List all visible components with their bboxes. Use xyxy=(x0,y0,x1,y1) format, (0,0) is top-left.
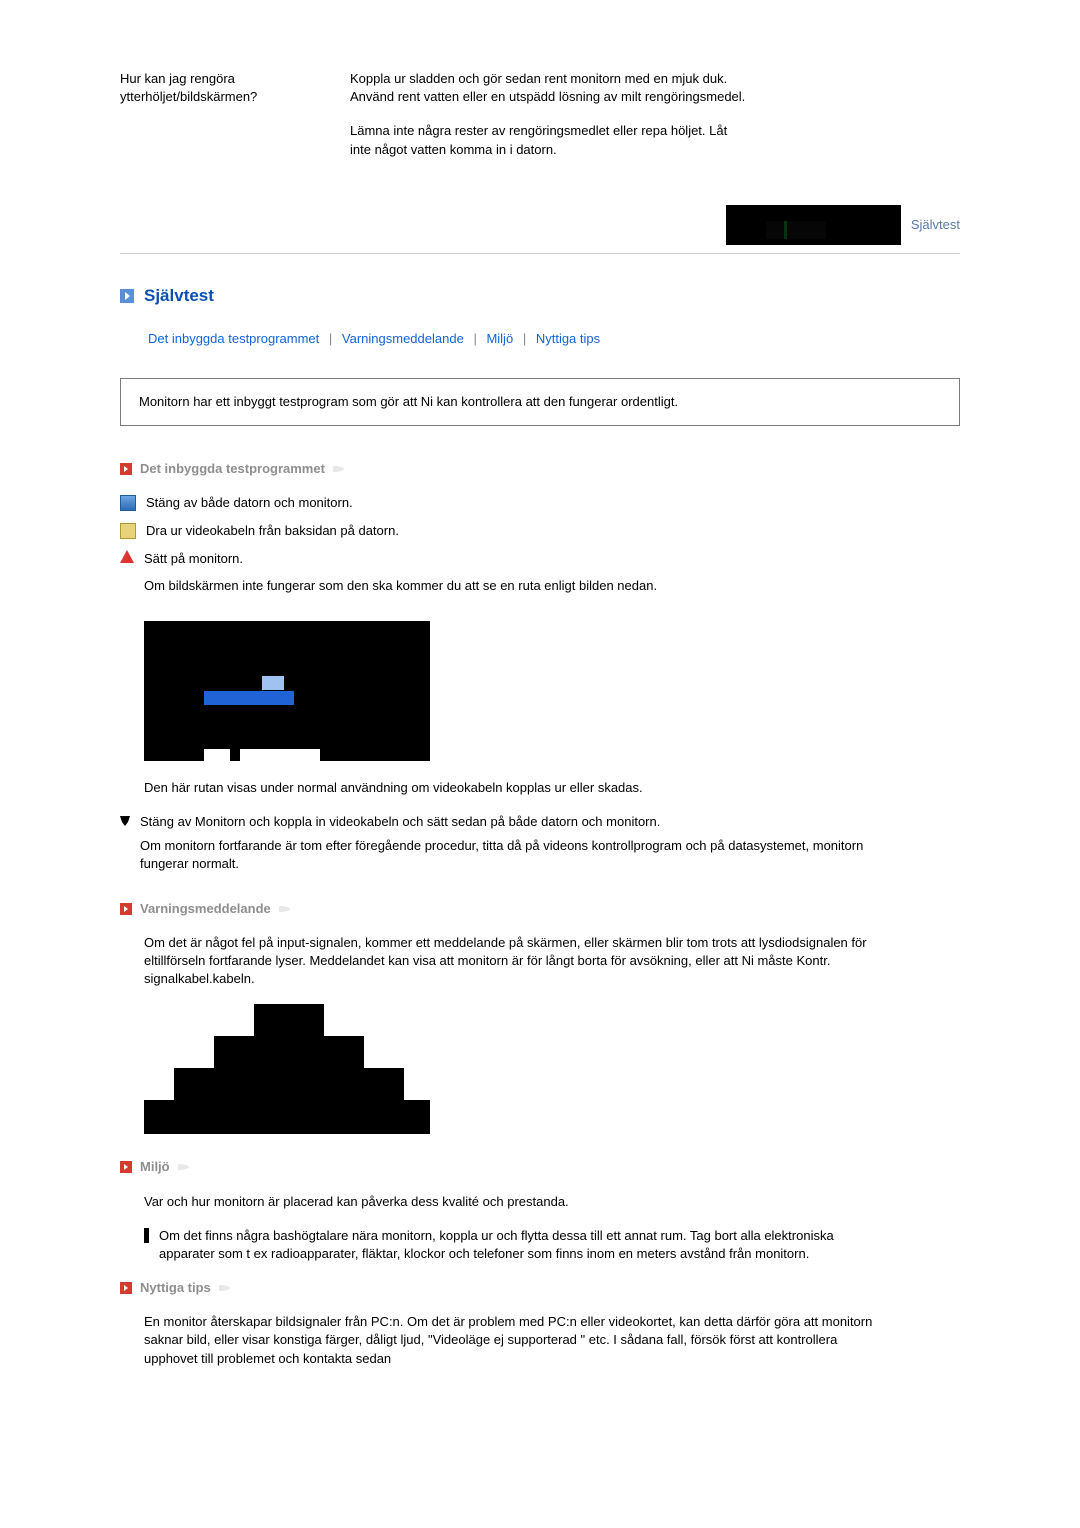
arrow-right-icon xyxy=(120,903,132,915)
section-nav: Det inbyggda testprogrammet | Varningsme… xyxy=(148,330,960,348)
steps-list-2: Stäng av Monitorn och koppla in videokab… xyxy=(120,813,960,890)
decorative-swoosh-icon xyxy=(333,464,351,474)
list-item: Stäng av både datorn och monitorn. xyxy=(120,494,960,512)
subsection-title: Nyttiga tips xyxy=(140,1279,211,1297)
nav-link-testprogram[interactable]: Det inbyggda testprogrammet xyxy=(148,331,319,346)
sub4-body: En monitor återskapar bildsignaler från … xyxy=(144,1313,874,1368)
pin-icon xyxy=(120,816,130,826)
qa-answer-p1: Koppla ur sladden och gör sedan rent mon… xyxy=(350,70,750,106)
nav-separator: | xyxy=(473,331,476,346)
section-title-row: Självtest xyxy=(120,284,960,308)
decorative-swoosh-icon xyxy=(178,1162,196,1172)
step-detail: Om bildskärmen inte fungerar som den ska… xyxy=(144,577,657,595)
subsection-header-testprogram: Det inbyggda testprogrammet xyxy=(120,460,960,478)
section-title: Självtest xyxy=(144,284,214,308)
step-body: Sätt på monitorn. Om bildskärmen inte fu… xyxy=(144,550,657,610)
heading-bar-label: Självtest xyxy=(911,216,960,234)
heading-divider xyxy=(120,253,960,254)
arrow-right-icon xyxy=(120,463,132,475)
page: Hur kan jag rengöra ytterhöljet/bildskär… xyxy=(120,0,960,1424)
warning-icon xyxy=(120,550,134,563)
cable-icon xyxy=(120,523,136,539)
subsection-title: Miljö xyxy=(140,1158,170,1176)
nav-separator: | xyxy=(329,331,332,346)
after-image-text: Den här rutan visas under normal användn… xyxy=(144,779,874,797)
nav-separator: | xyxy=(523,331,526,346)
qa-row: Hur kan jag rengöra ytterhöljet/bildskär… xyxy=(120,70,960,175)
subsection-header-varningsmeddelande: Varningsmeddelande xyxy=(120,900,960,918)
list-item: Dra ur videokabeln från baksidan på dato… xyxy=(120,522,960,540)
arrow-right-icon xyxy=(120,1282,132,1294)
sub3-item: Om det finns några bashögtalare nära mon… xyxy=(144,1227,874,1263)
nav-link-miljo[interactable]: Miljö xyxy=(486,331,513,346)
info-box-text: Monitorn har ett inbyggt testprogram som… xyxy=(139,394,678,409)
sub3-p1: Var och hur monitorn är placerad kan påv… xyxy=(144,1193,874,1211)
arrow-right-icon xyxy=(120,289,134,303)
bullet-bar-icon xyxy=(144,1228,149,1243)
subsection-title: Det inbyggda testprogrammet xyxy=(140,460,325,478)
screenshot-warning-message xyxy=(144,1004,430,1134)
arrow-right-icon xyxy=(120,1161,132,1173)
decorative-swoosh-icon xyxy=(279,904,297,914)
step-text: Stäng av både datorn och monitorn. xyxy=(146,494,353,512)
heading-bar-image xyxy=(726,205,901,245)
step-text: Stäng av Monitorn och koppla in videokab… xyxy=(140,813,870,831)
monitor-icon xyxy=(120,495,136,511)
step-detail: Om monitorn fortfarande är tom efter för… xyxy=(140,837,870,873)
subsection-header-miljo: Miljö xyxy=(120,1158,960,1176)
nav-link-varningsmeddelande[interactable]: Varningsmeddelande xyxy=(342,331,464,346)
qa-answer-p2: Lämna inte några rester av rengöringsmed… xyxy=(350,122,750,158)
steps-list: Stäng av både datorn och monitorn. Dra u… xyxy=(120,494,960,611)
heading-bar: Självtest xyxy=(120,205,960,245)
nav-link-nyttiga-tips[interactable]: Nyttiga tips xyxy=(536,331,600,346)
sub2-body: Om det är något fel på input-signalen, k… xyxy=(144,934,874,989)
list-item: Sätt på monitorn. Om bildskärmen inte fu… xyxy=(120,550,960,610)
step-body: Stäng av Monitorn och koppla in videokab… xyxy=(140,813,870,890)
sub3-p2: Om det finns några bashögtalare nära mon… xyxy=(159,1227,874,1263)
list-item: Stäng av Monitorn och koppla in videokab… xyxy=(120,813,960,890)
subsection-header-nyttiga-tips: Nyttiga tips xyxy=(120,1279,960,1297)
subsection-title: Varningsmeddelande xyxy=(140,900,271,918)
qa-answer: Koppla ur sladden och gör sedan rent mon… xyxy=(350,70,750,175)
screenshot-selftest-box xyxy=(144,621,430,761)
decorative-swoosh-icon xyxy=(219,1283,237,1293)
step-text: Dra ur videokabeln från baksidan på dato… xyxy=(146,522,399,540)
info-box: Monitorn har ett inbyggt testprogram som… xyxy=(120,378,960,426)
step-text: Sätt på monitorn. xyxy=(144,550,657,568)
qa-question: Hur kan jag rengöra ytterhöljet/bildskär… xyxy=(120,70,320,175)
